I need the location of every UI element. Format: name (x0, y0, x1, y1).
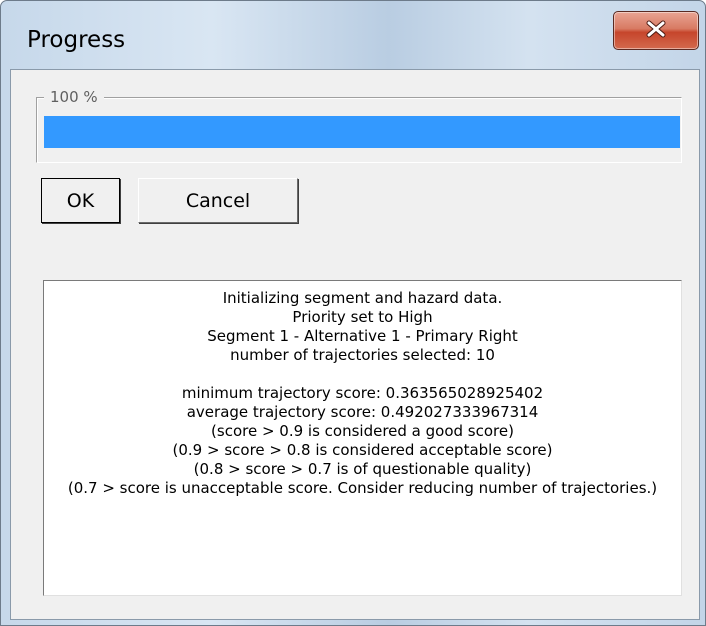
progress-bar-fill (44, 116, 680, 148)
cancel-button[interactable]: Cancel (138, 178, 298, 223)
log-line: (0.8 > score > 0.7 is of questionable qu… (193, 460, 532, 478)
log-line: (0.9 > score > 0.8 is considered accepta… (172, 441, 553, 459)
log-line: number of trajectories selected: 10 (230, 346, 495, 364)
status-log: Initializing segment and hazard data. Pr… (43, 280, 682, 596)
log-line: (0.7 > score is unacceptable score. Cons… (67, 479, 658, 497)
log-spacer (44, 365, 681, 384)
progress-percent-label: 100 % (44, 88, 104, 106)
ok-button[interactable]: OK (41, 178, 120, 223)
progress-bar (44, 116, 680, 148)
log-line: Priority set to High (292, 308, 433, 326)
log-line: minimum trajectory score: 0.363565028925… (181, 384, 544, 402)
dialog-title: Progress (27, 27, 126, 53)
title-bar[interactable]: Progress (1, 1, 705, 69)
log-line: average trajectory score: 0.492027333967… (186, 403, 539, 421)
log-line: Segment 1 - Alternative 1 - Primary Righ… (207, 327, 518, 345)
log-line: (score > 0.9 is considered a good score) (211, 422, 514, 440)
log-line: Initializing segment and hazard data. (222, 289, 503, 307)
close-icon (645, 20, 667, 42)
close-button[interactable] (613, 11, 699, 50)
